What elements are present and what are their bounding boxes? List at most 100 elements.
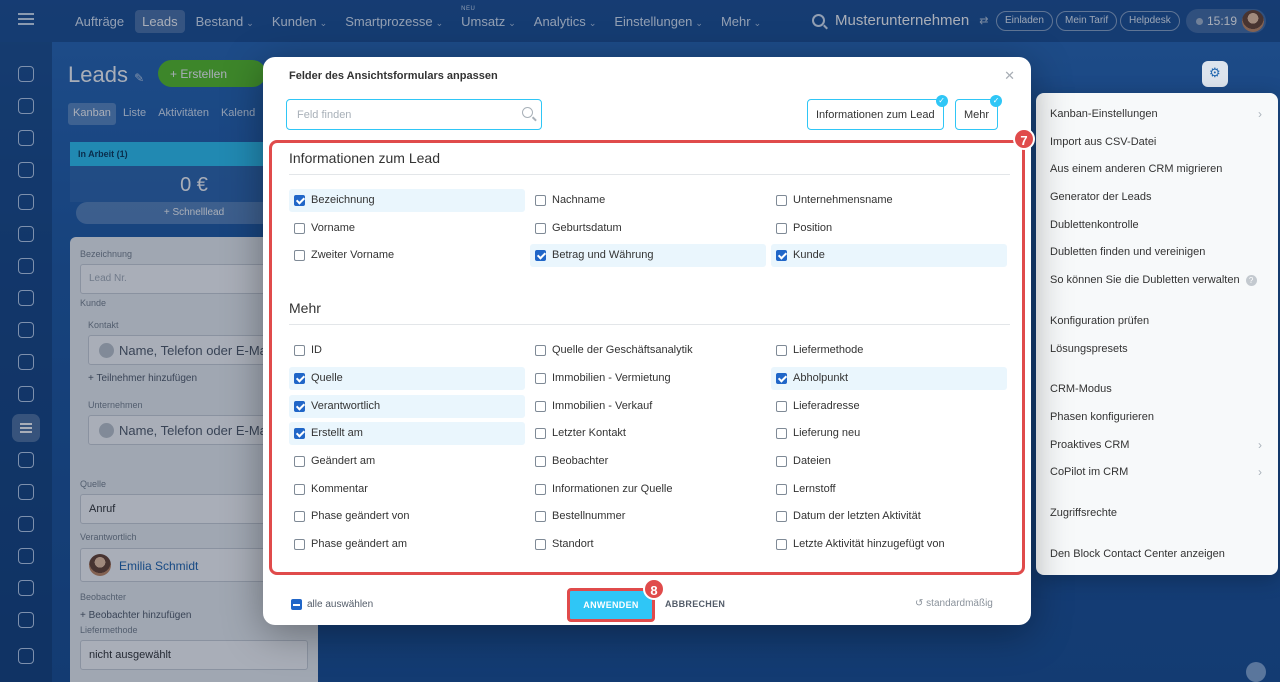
menu-item-label: Generator der Leads (1050, 191, 1152, 204)
field-checkbox[interactable]: Verantwortlich (289, 394, 525, 418)
field-checkbox[interactable]: Quelle der Geschäftsanalytik (530, 339, 766, 362)
menu-item-label: Aus einem anderen CRM migrieren (1050, 163, 1223, 176)
section-toggle-more[interactable]: Mehr ✓ (955, 95, 1003, 130)
field-checkbox[interactable]: Informationen zur Quelle (530, 478, 766, 501)
menu-item[interactable]: Proaktives CRM › (1036, 432, 1278, 460)
search-icon (522, 107, 533, 118)
gear-icon[interactable] (1202, 61, 1228, 87)
field-checkbox[interactable]: Lieferung neu (771, 422, 1007, 445)
field-label: Erstellt am (311, 427, 363, 440)
menu-item[interactable]: Kanban-Einstellungen › (1036, 101, 1278, 129)
field-checkbox[interactable]: Kommentar (289, 478, 525, 501)
field-checkbox[interactable]: Position (771, 217, 1007, 240)
checkbox-icon (776, 483, 787, 495)
field-label: Verantwortlich (311, 399, 381, 412)
chevron-right-icon: › (1258, 437, 1262, 452)
field-checkbox[interactable]: Datum der letzten Aktivität (771, 505, 1007, 528)
checkbox-icon (776, 195, 787, 206)
menu-item[interactable]: CoPilot im CRM › (1036, 459, 1278, 487)
field-checkbox[interactable]: Vorname (289, 217, 525, 240)
field-label: Datum der letzten Aktivität (793, 510, 921, 523)
field-checkbox[interactable]: Standort (530, 533, 766, 556)
field-checkbox[interactable]: Immobilien - Vermietung (530, 367, 766, 390)
section-toggle-lead-info[interactable]: Informationen zum Lead ✓ (807, 95, 948, 130)
menu-item-label: Zugriffsrechte (1050, 506, 1118, 519)
menu-item[interactable]: Konfiguration prüfen (1036, 308, 1278, 336)
field-checkbox[interactable]: ID (289, 339, 525, 362)
menu-item[interactable]: Import aus CSV-Datei (1036, 129, 1278, 157)
menu-item[interactable]: Dublettenkontrolle (1036, 212, 1278, 240)
field-checkbox[interactable]: Phase geändert von (289, 505, 525, 528)
field-label: Liefermethode (793, 344, 864, 357)
menu-item[interactable]: Aus einem anderen CRM migrieren (1036, 156, 1278, 184)
field-checkbox[interactable]: Zweiter Vorname (289, 244, 525, 267)
field-checkbox[interactable]: Letzter Kontakt (530, 422, 766, 445)
chevron-right-icon: › (1258, 465, 1262, 480)
field-label: Immobilien - Vermietung (552, 371, 671, 384)
checkbox-checked-icon (294, 428, 305, 440)
checkbox-icon (294, 250, 305, 262)
menu-item[interactable]: Phasen konfigurieren (1036, 404, 1278, 432)
menu-item-label: Den Block Contact Center anzeigen (1050, 547, 1225, 560)
checkbox-checked-icon (294, 400, 305, 412)
cancel-button[interactable]: ABBRECHEN (665, 599, 725, 609)
field-label: Geändert am (311, 454, 376, 467)
checkbox-icon (535, 345, 546, 357)
field-checkbox[interactable]: Phase geändert am (289, 533, 525, 556)
select-all-checkbox[interactable]: alle auswählen (291, 599, 373, 610)
field-label: Bezeichnung (311, 194, 375, 206)
checkbox-icon (294, 222, 305, 234)
field-checkbox[interactable]: Dateien (771, 450, 1007, 473)
step-marker-7: 7 (1013, 128, 1035, 150)
chat-bubble-icon[interactable] (1246, 662, 1266, 682)
field-checkbox[interactable]: Quelle (289, 366, 525, 390)
checkbox-icon (535, 222, 546, 234)
field-checkbox[interactable]: Betrag und Währung (530, 244, 766, 268)
checkbox-checked-icon (294, 372, 305, 384)
menu-item-label: Import aus CSV-Datei (1050, 135, 1157, 148)
menu-separator (1036, 295, 1278, 308)
menu-item[interactable]: So können Sie die Dubletten verwalten? (1036, 267, 1278, 295)
checkbox-icon (294, 345, 305, 357)
menu-item-label: So können Sie die Dubletten verwalten (1050, 274, 1240, 287)
field-checkbox[interactable]: Lernstoff (771, 478, 1007, 501)
field-label: Kunde (793, 249, 825, 262)
step-marker-8: 8 (643, 578, 665, 600)
menu-item[interactable]: Dubletten finden und vereinigen (1036, 239, 1278, 267)
menu-item[interactable]: Den Block Contact Center anzeigen (1036, 541, 1278, 569)
reset-default-button[interactable]: ↺ standardmäßig (915, 598, 993, 609)
field-label: Zweiter Vorname (311, 249, 395, 262)
menu-item[interactable]: Generator der Leads (1036, 184, 1278, 212)
field-checkbox[interactable]: Erstellt am (289, 422, 525, 446)
field-checkbox[interactable]: Bezeichnung (289, 189, 525, 212)
section-title: Informationen zum Lead (289, 150, 440, 166)
apply-button[interactable]: ANWENDEN (567, 588, 655, 622)
section-title: Mehr (289, 300, 321, 317)
field-label: Beobachter (552, 454, 609, 467)
field-checkbox[interactable]: Unternehmensname (771, 189, 1007, 212)
menu-item-label: CRM-Modus (1050, 383, 1112, 396)
field-checkbox[interactable]: Bestellnummer (530, 505, 766, 528)
field-checkbox[interactable]: Beobachter (530, 450, 766, 473)
menu-item[interactable]: Zugriffsrechte (1036, 500, 1278, 528)
help-icon[interactable]: ? (1245, 275, 1257, 287)
checkbox-icon (776, 428, 787, 440)
menu-item[interactable]: CRM-Modus (1036, 376, 1278, 404)
field-checkbox[interactable]: Immobilien - Verkauf (530, 395, 766, 418)
field-checkbox[interactable]: Kunde (771, 244, 1007, 268)
field-checkbox[interactable]: Lieferadresse (771, 395, 1007, 418)
field-checkbox[interactable]: Nachname (530, 189, 766, 212)
menu-item[interactable]: Lösungspresets (1036, 336, 1278, 364)
field-label: Quelle (311, 371, 343, 384)
field-label: Vorname (311, 221, 356, 234)
close-icon[interactable]: ✕ (1004, 68, 1015, 84)
checkbox-icon (535, 511, 546, 523)
checkbox-icon (535, 455, 546, 467)
field-checkbox[interactable]: Geändert am (289, 450, 525, 473)
field-search-input[interactable] (286, 99, 542, 130)
checkbox-icon (776, 400, 787, 412)
field-checkbox[interactable]: Liefermethode (771, 339, 1007, 362)
field-checkbox[interactable]: Abholpunkt (771, 366, 1007, 390)
field-checkbox[interactable]: Geburtsdatum (530, 217, 766, 240)
field-checkbox[interactable]: Letzte Aktivität hinzugefügt von (771, 533, 1007, 556)
